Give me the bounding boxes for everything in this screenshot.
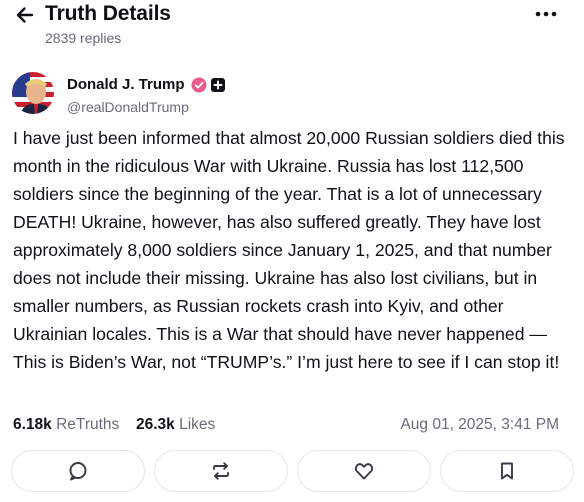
- retruths-stat[interactable]: 6.18k ReTruths: [13, 414, 119, 436]
- retruth-button[interactable]: [154, 450, 288, 492]
- reply-button[interactable]: [11, 450, 145, 492]
- back-button[interactable]: [12, 2, 38, 28]
- bookmark-icon: [501, 462, 513, 480]
- likes-label: Likes: [179, 416, 216, 433]
- plus-badge-icon: [210, 78, 225, 92]
- post-stats: 6.18k ReTruths 26.3k Likes Aug 01, 2025,…: [13, 414, 573, 436]
- avatar-image: [12, 72, 54, 114]
- page-title: Truth Details: [45, 2, 171, 25]
- bookmark-button[interactable]: [440, 450, 574, 492]
- more-horizontal-icon: [535, 11, 557, 17]
- comment-icon: [69, 462, 87, 481]
- retruths-count: 6.18k: [13, 416, 52, 433]
- author-name-row[interactable]: Donald J. Trump: [67, 76, 226, 94]
- verified-badge-icon: [191, 77, 207, 93]
- author-block: Donald J. Trump @realDonaldTrump: [12, 72, 572, 118]
- retruths-label: ReTruths: [56, 416, 120, 433]
- author-name: Donald J. Trump: [67, 76, 185, 93]
- post-text: I have just been informed that almost 20…: [13, 128, 565, 372]
- like-button[interactable]: [297, 450, 431, 492]
- likes-count: 26.3k: [136, 416, 175, 433]
- author-handle[interactable]: @realDonaldTrump: [67, 98, 189, 116]
- top-bar: Truth Details 2839 replies: [0, 0, 584, 52]
- reply-count: 2839 replies: [45, 30, 122, 46]
- likes-stat[interactable]: 26.3k Likes: [136, 414, 215, 436]
- avatar[interactable]: [12, 72, 54, 114]
- repost-icon: [213, 462, 229, 480]
- action-bar: [11, 450, 575, 494]
- more-options-button[interactable]: [532, 4, 560, 24]
- arrow-left-icon: [16, 7, 34, 23]
- post-timestamp: Aug 01, 2025, 3:41 PM: [400, 416, 559, 433]
- heart-icon: [354, 463, 374, 480]
